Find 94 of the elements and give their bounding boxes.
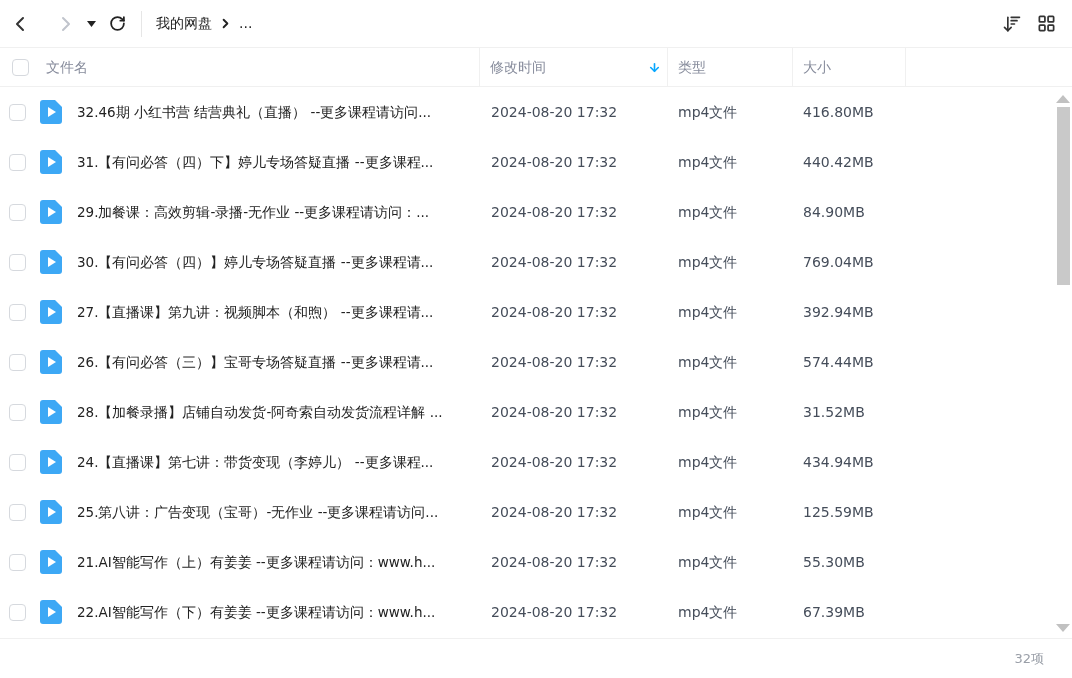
file-row[interactable]: 29.加餐课：高效剪辑-录播-无作业 --更多课程请访问：... 2024-08-20 17:32 mp4文件 84.90MB	[0, 187, 1054, 237]
checkbox[interactable]	[9, 303, 26, 321]
file-name[interactable]: 27.【直播课】第九讲：视频脚本（和煦） --更多课程请...	[77, 301, 434, 323]
video-file-icon	[40, 200, 62, 224]
file-name[interactable]: 28.【加餐录播】店铺自动发货-阿奇索自动发货流程详解 ...	[77, 401, 443, 423]
file-size: 125.59MB	[802, 502, 875, 522]
video-file-icon	[40, 250, 62, 274]
modified-time: 2024-08-20 17:32	[490, 502, 619, 522]
checkbox[interactable]	[9, 353, 26, 371]
file-size: 392.94MB	[802, 302, 875, 322]
file-type: mp4文件	[677, 252, 739, 272]
refresh-button[interactable]	[107, 13, 127, 34]
modified-time: 2024-08-20 17:32	[490, 602, 619, 622]
file-size: 67.39MB	[802, 602, 866, 622]
file-row[interactable]: 22.AI智能写作（下）有姜姜 --更多课程请访问：www.h... 2024-08-20 17:32 mp4文件 67.39MB	[0, 587, 1054, 637]
file-type: mp4文件	[677, 402, 739, 422]
file-name[interactable]: 21.AI智能写作（上）有姜姜 --更多课程请访问：www.h...	[77, 551, 436, 573]
checkbox[interactable]	[9, 553, 26, 571]
modified-time: 2024-08-20 17:32	[490, 552, 619, 572]
file-size: 84.90MB	[802, 202, 866, 222]
file-name[interactable]: 25.第八讲：广告变现（宝哥）-无作业 --更多课程请访问...	[77, 501, 439, 523]
file-row[interactable]: 24.【直播课】第七讲：带货变现（李婷儿） --更多课程... 2024-08-20 17:32 mp4文件 434.94MB	[0, 437, 1054, 487]
video-file-icon	[40, 100, 62, 124]
scrollbar-thumb[interactable]	[1056, 107, 1070, 285]
video-file-icon	[40, 600, 62, 624]
checkbox[interactable]	[9, 203, 26, 221]
video-file-icon	[40, 450, 62, 474]
video-file-icon	[40, 500, 62, 524]
column-header[interactable]: 大小	[793, 48, 906, 86]
file-size: 55.30MB	[802, 552, 866, 572]
modified-time: 2024-08-20 17:32	[490, 402, 619, 422]
file-type: mp4文件	[677, 502, 739, 522]
file-name[interactable]: 30.【有问必答（四）】婷儿专场答疑直播 --更多课程请...	[77, 251, 434, 273]
file-row[interactable]: 28.【加餐录播】店铺自动发货-阿奇索自动发货流程详解 ... 2024-08-20 17:32 mp4文件 31.52MB	[0, 387, 1054, 437]
column-header[interactable]: 修改时间	[480, 48, 668, 86]
file-row[interactable]: 32.46期 小红书营 结营典礼（直播） --更多课程请访问... 2024-08-20 17:32 mp4文件 416.80MB	[0, 87, 1054, 137]
modified-time: 2024-08-20 17:32	[490, 102, 619, 122]
checkbox[interactable]	[12, 58, 29, 76]
column-label: 大小	[803, 57, 831, 77]
file-name[interactable]: 32.46期 小红书营 结营典礼（直播） --更多课程请访问...	[77, 101, 432, 123]
video-file-icon	[40, 550, 62, 574]
checkbox[interactable]	[9, 403, 26, 421]
column-header[interactable]: 文件名	[0, 48, 480, 86]
file-name[interactable]: 31.【有问必答（四）下】婷儿专场答疑直播 --更多课程...	[77, 151, 434, 173]
column-label: 文件名	[46, 57, 88, 77]
checkbox[interactable]	[9, 603, 26, 621]
checkbox[interactable]	[9, 153, 26, 171]
column-label: 类型	[678, 57, 706, 77]
file-row[interactable]: 21.AI智能写作（上）有姜姜 --更多课程请访问：www.h... 2024-08-20 17:32 mp4文件 55.30MB	[0, 537, 1054, 587]
file-name[interactable]: 24.【直播课】第七讲：带货变现（李婷儿） --更多课程...	[77, 451, 434, 473]
modified-time: 2024-08-20 17:32	[490, 202, 619, 222]
file-size: 769.04MB	[802, 252, 875, 272]
file-row[interactable]: 25.第八讲：广告变现（宝哥）-无作业 --更多课程请访问... 2024-08-20 17:32 mp4文件 125.59MB	[0, 487, 1054, 537]
checkbox[interactable]	[9, 453, 26, 471]
column-label: 修改时间	[490, 57, 546, 77]
breadcrumb-item[interactable]: 我的网盘	[156, 13, 212, 34]
checkbox[interactable]	[9, 503, 26, 521]
scroll-down-icon[interactable]	[1056, 624, 1070, 632]
file-name[interactable]: 29.加餐课：高效剪辑-录播-无作业 --更多课程请访问：...	[77, 201, 430, 223]
file-type: mp4文件	[677, 152, 739, 172]
file-type: mp4文件	[677, 352, 739, 372]
file-size: 416.80MB	[802, 102, 875, 122]
video-file-icon	[40, 400, 62, 424]
checkbox[interactable]	[9, 103, 26, 121]
file-row[interactable]: 27.【直播课】第九讲：视频脚本（和煦） --更多课程请... 2024-08-20 17:32 mp4文件 392.94MB	[0, 287, 1054, 337]
modified-time: 2024-08-20 17:32	[490, 302, 619, 322]
file-row[interactable]: 26.【有问必答（三）】宝哥专场答疑直播 --更多课程请... 2024-08-20 17:32 mp4文件 574.44MB	[0, 337, 1054, 387]
file-size: 31.52MB	[802, 402, 866, 422]
modified-time: 2024-08-20 17:32	[490, 352, 619, 372]
video-file-icon	[40, 150, 62, 174]
file-row[interactable]: 30.【有问必答（四）】婷儿专场答疑直播 --更多课程请... 2024-08-20 17:32 mp4文件 769.04MB	[0, 237, 1054, 287]
column-header[interactable]: 类型	[668, 48, 793, 86]
file-type: mp4文件	[677, 302, 739, 322]
file-name[interactable]: 22.AI智能写作（下）有姜姜 --更多课程请访问：www.h...	[77, 601, 436, 623]
modified-time: 2024-08-20 17:32	[490, 452, 619, 472]
file-row[interactable]: 31.【有问必答（四）下】婷儿专场答疑直播 --更多课程... 2024-08-20 17:32 mp4文件 440.42MB	[0, 137, 1054, 187]
video-file-icon	[40, 350, 62, 374]
file-type: mp4文件	[677, 452, 739, 472]
file-type: mp4文件	[677, 552, 739, 572]
checkbox[interactable]	[9, 253, 26, 271]
modified-time: 2024-08-20 17:32	[490, 152, 619, 172]
file-size: 434.94MB	[802, 452, 875, 472]
modified-time: 2024-08-20 17:32	[490, 252, 619, 272]
item-count: 32项	[1014, 649, 1044, 668]
video-file-icon	[40, 300, 62, 324]
file-size: 574.44MB	[802, 352, 875, 372]
file-type: mp4文件	[677, 102, 739, 122]
scroll-up-icon[interactable]	[1056, 95, 1070, 103]
file-size: 440.42MB	[802, 152, 875, 172]
file-name[interactable]: 26.【有问必答（三）】宝哥专场答疑直播 --更多课程请...	[77, 351, 434, 373]
sort-arrow-icon	[648, 60, 661, 74]
file-type: mp4文件	[677, 202, 739, 222]
breadcrumb-item[interactable]: ...	[239, 13, 253, 34]
file-type: mp4文件	[677, 602, 739, 622]
